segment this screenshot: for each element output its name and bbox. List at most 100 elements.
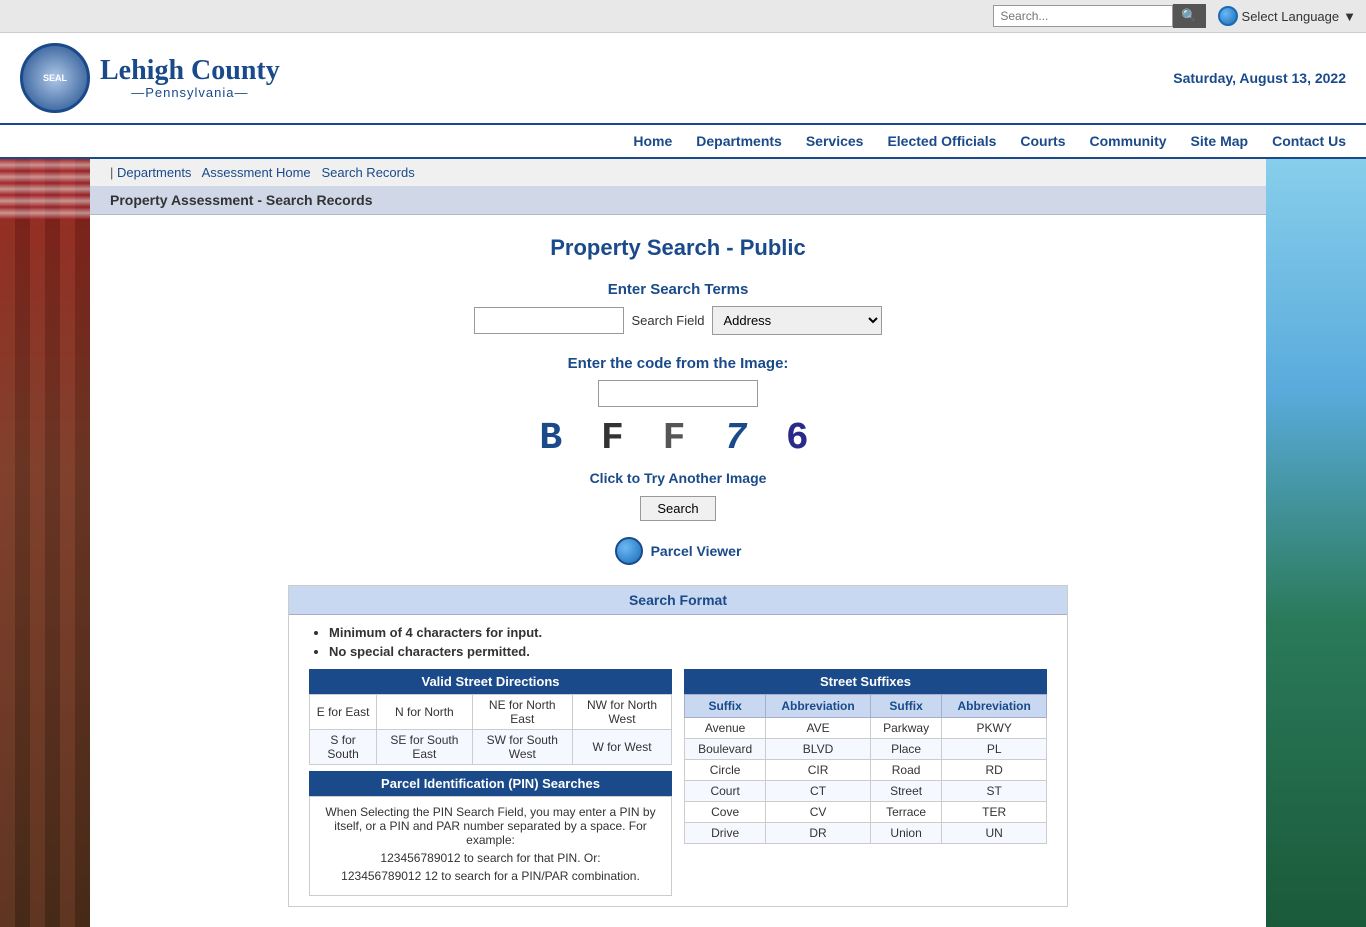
street-suf-data-table: Suffix Abbreviation Suffix Abbreviation … (684, 694, 1047, 844)
table-cell: Circle (685, 760, 766, 781)
language-label: Select Language (1242, 9, 1340, 24)
search-field-label: Search Field (632, 313, 705, 328)
search-field-select[interactable]: Address Owner Name PIN Street Name (712, 306, 882, 335)
pin-body: When Selecting the PIN Search Field, you… (309, 796, 672, 896)
bullet-2: No special characters permitted. (329, 644, 530, 659)
search-terms-label: Enter Search Terms (110, 281, 1246, 298)
nav-community[interactable]: Community (1090, 133, 1167, 149)
nav-services[interactable]: Services (806, 133, 864, 149)
captcha-char-2: F (570, 417, 632, 460)
left-bg-decoration (0, 159, 90, 927)
search-input[interactable] (474, 307, 624, 334)
parcel-viewer-link[interactable]: Parcel Viewer (110, 537, 1246, 565)
nav-home[interactable]: Home (633, 133, 672, 149)
table-cell: N for North (377, 695, 472, 730)
table-cell: Parkway (870, 718, 942, 739)
site-sub: —Pennsylvania— (100, 85, 280, 100)
parcel-viewer-label: Parcel Viewer (651, 543, 742, 559)
street-dir-data-table: E for East N for North NE for North East… (309, 694, 672, 765)
table-cell: UN (942, 823, 1047, 844)
table-row: S for South SE for South East SW for Sou… (310, 730, 672, 765)
nav-contact[interactable]: Contact Us (1272, 133, 1346, 149)
language-arrow: ▼ (1343, 9, 1356, 24)
page-title-bar: Property Assessment - Search Records (90, 186, 1266, 215)
breadcrumb-sep: | (110, 165, 113, 180)
pin-header: Parcel Identification (PIN) Searches (309, 771, 672, 796)
street-suffixes-table: Street Suffixes Suffix Abbreviation Suff… (684, 669, 1047, 896)
page-title: Property Assessment - Search Records (110, 192, 372, 208)
table-cell: DR (766, 823, 871, 844)
col-abbr1: Abbreviation (766, 695, 871, 718)
table-cell: Cove (685, 802, 766, 823)
language-selector[interactable]: Select Language ▼ (1218, 6, 1356, 26)
table-cell: W for West (573, 730, 672, 765)
col-suffix1: Suffix (685, 695, 766, 718)
site-header: SEAL Lehigh County —Pennsylvania— Saturd… (0, 33, 1366, 125)
table-row: Circle CIR Road RD (685, 760, 1047, 781)
search-row: Search Field Address Owner Name PIN Stre… (110, 306, 1246, 335)
parcel-globe-icon (615, 537, 643, 565)
street-directions-table: Valid Street Directions E for East N for… (309, 669, 672, 896)
table-row: Drive DR Union UN (685, 823, 1047, 844)
nav-departments[interactable]: Departments (696, 133, 782, 149)
nav-courts[interactable]: Courts (1020, 133, 1065, 149)
table-cell: Road (870, 760, 942, 781)
table-row: Avenue AVE Parkway PKWY (685, 718, 1047, 739)
table-cell: SE for South East (377, 730, 472, 765)
site-name-block: Lehigh County —Pennsylvania— (100, 57, 280, 100)
table-cell: CV (766, 802, 871, 823)
header-date: Saturday, August 13, 2022 (1173, 70, 1346, 86)
captcha-char-5: 6 (755, 417, 817, 460)
captcha-image: B F F 7 6 (110, 417, 1246, 460)
street-suf-header: Street Suffixes (684, 669, 1047, 694)
top-search-button[interactable]: 🔍 (1173, 4, 1205, 28)
table-cell: TER (942, 802, 1047, 823)
table-row: Boulevard BLVD Place PL (685, 739, 1047, 760)
nav-elected[interactable]: Elected Officials (887, 133, 996, 149)
site-seal: SEAL (20, 43, 90, 113)
nav-sitemap[interactable]: Site Map (1191, 133, 1249, 149)
list-item: No special characters permitted. (329, 644, 1047, 659)
table-cell: Drive (685, 823, 766, 844)
captcha-char-1: B (539, 417, 570, 460)
table-cell: PL (942, 739, 1047, 760)
table-cell: PKWY (942, 718, 1047, 739)
table-cell: RD (942, 760, 1047, 781)
table-cell: Boulevard (685, 739, 766, 760)
site-name: Lehigh County (100, 57, 280, 85)
table-cell: BLVD (766, 739, 871, 760)
content-area: Property Search - Public Enter Search Te… (90, 215, 1266, 927)
captcha-section-label: Enter the code from the Image: (110, 355, 1246, 372)
table-cell: Avenue (685, 718, 766, 739)
table-cell: Union (870, 823, 942, 844)
table-cell: AVE (766, 718, 871, 739)
page-wrapper: | Departments Assessment Home Search Rec… (0, 159, 1366, 927)
breadcrumb-assessment[interactable]: Assessment Home (202, 165, 311, 180)
breadcrumb-search-records[interactable]: Search Records (322, 165, 415, 180)
breadcrumb: | Departments Assessment Home Search Rec… (90, 159, 1266, 186)
try-another-image-link[interactable]: Click to Try Another Image (110, 470, 1246, 486)
pin-text1: When Selecting the PIN Search Field, you… (322, 805, 659, 847)
breadcrumb-departments[interactable]: Departments (117, 165, 191, 180)
table-cell: Terrace (870, 802, 942, 823)
search-format-section: Search Format Minimum of 4 characters fo… (288, 585, 1068, 907)
pin-example1: 123456789012 to search for that PIN. Or: (322, 851, 659, 865)
table-cell: Street (870, 781, 942, 802)
table-row: Cove CV Terrace TER (685, 802, 1047, 823)
captcha-input[interactable] (598, 380, 758, 407)
table-row: Court CT Street ST (685, 781, 1047, 802)
top-search-input[interactable] (993, 5, 1173, 27)
table-cell: NE for North East (472, 695, 572, 730)
list-item: Minimum of 4 characters for input. (329, 625, 1047, 640)
search-button[interactable]: Search (640, 496, 715, 521)
table-cell: NW for North West (573, 695, 672, 730)
search-format-header: Search Format (289, 586, 1067, 615)
table-cell: Court (685, 781, 766, 802)
pin-example2: 123456789012 12 to search for a PIN/PAR … (322, 869, 659, 883)
top-bar: 🔍 Select Language ▼ (0, 0, 1366, 33)
search-format-body: Minimum of 4 characters for input. No sp… (289, 615, 1067, 906)
table-cell: CT (766, 781, 871, 802)
flag-hint (0, 159, 90, 219)
col-suffix2: Suffix (870, 695, 942, 718)
right-bg-decoration (1266, 159, 1366, 927)
